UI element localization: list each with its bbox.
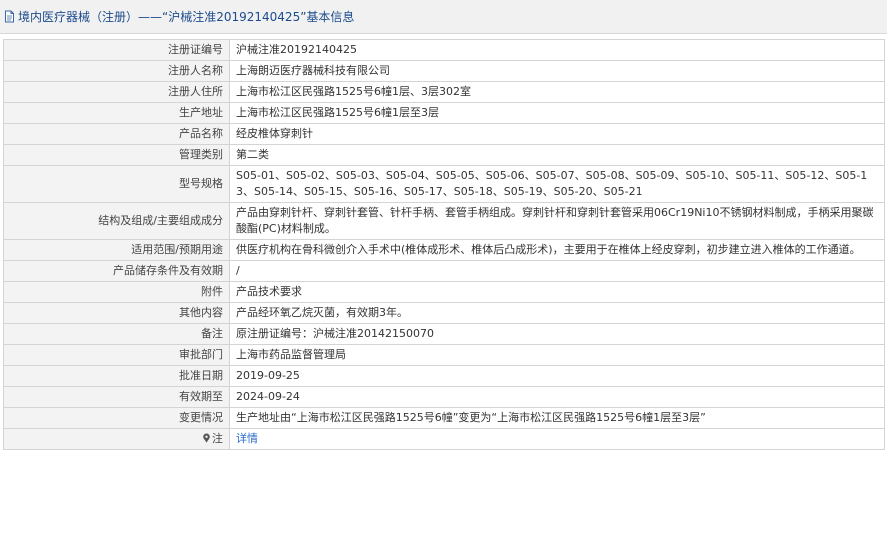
row-registration-number: 注册证编号 沪械注准20192140425 [3,39,885,61]
note-label: 注 [212,432,223,445]
label-note: 注 [3,428,230,450]
row-expiry-date: 有效期至 2024-09-24 [3,386,885,408]
row-approval-department: 审批部门 上海市药品监督管理局 [3,344,885,366]
value-other-content: 产品经环氧乙烷灭菌，有效期3年。 [229,302,885,324]
label-registrant-address: 注册人住所 [3,81,230,103]
info-table: 注册证编号 沪械注准20192140425 注册人名称 上海朗迈医疗器械科技有限… [3,39,885,450]
label-approval-department: 审批部门 [3,344,230,366]
label-approval-date: 批准日期 [3,365,230,387]
value-intended-use: 供医疗机构在骨科微创介入手术中(椎体成形术、椎体后凸成形术)，主要用于在椎体上经… [229,239,885,261]
label-change-history: 变更情况 [3,407,230,429]
label-remarks: 备注 [3,323,230,345]
row-approval-date: 批准日期 2019-09-25 [3,365,885,387]
row-product-name: 产品名称 经皮椎体穿刺针 [3,123,885,145]
value-registrant-name: 上海朗迈医疗器械科技有限公司 [229,60,885,82]
value-expiry-date: 2024-09-24 [229,386,885,408]
row-model-spec: 型号规格 S05-01、S05-02、S05-03、S05-04、S05-05、… [3,165,885,203]
row-other-content: 其他内容 产品经环氧乙烷灭菌，有效期3年。 [3,302,885,324]
label-registrant-name: 注册人名称 [3,60,230,82]
value-note: 详情 [229,428,885,450]
value-production-address: 上海市松江区民强路1525号6幢1层至3层 [229,102,885,124]
row-management-category: 管理类别 第二类 [3,144,885,166]
value-storage-validity: / [229,260,885,282]
label-model-spec: 型号规格 [3,165,230,203]
row-production-address: 生产地址 上海市松江区民强路1525号6幢1层至3层 [3,102,885,124]
label-registration-number: 注册证编号 [3,39,230,61]
row-change-history: 变更情况 生产地址由“上海市松江区民强路1525号6幢”变更为“上海市松江区民强… [3,407,885,429]
label-expiry-date: 有效期至 [3,386,230,408]
value-registrant-address: 上海市松江区民强路1525号6幢1层、3层302室 [229,81,885,103]
row-intended-use: 适用范围/预期用途 供医疗机构在骨科微创介入手术中(椎体成形术、椎体后凸成形术)… [3,239,885,261]
label-attachment: 附件 [3,281,230,303]
details-link[interactable]: 详情 [236,432,258,445]
page-title: 境内医疗器械（注册）——“沪械注准20192140425”基本信息 [18,10,355,24]
value-approval-department: 上海市药品监督管理局 [229,344,885,366]
row-storage-validity: 产品储存条件及有效期 / [3,260,885,282]
label-other-content: 其他内容 [3,302,230,324]
value-model-spec: S05-01、S05-02、S05-03、S05-04、S05-05、S05-0… [229,165,885,203]
label-intended-use: 适用范围/预期用途 [3,239,230,261]
label-management-category: 管理类别 [3,144,230,166]
value-registration-number: 沪械注准20192140425 [229,39,885,61]
label-product-name: 产品名称 [3,123,230,145]
title-bar: 境内医疗器械（注册）——“沪械注准20192140425”基本信息 [0,0,887,34]
row-attachment: 附件 产品技术要求 [3,281,885,303]
value-management-category: 第二类 [229,144,885,166]
row-note: 注 详情 [3,428,885,450]
value-structure-composition: 产品由穿刺针杆、穿刺针套管、针杆手柄、套管手柄组成。穿刺针杆和穿刺针套管采用06… [229,202,885,240]
page: 境内医疗器械（注册）——“沪械注准20192140425”基本信息 注册证编号 … [0,0,887,545]
value-product-name: 经皮椎体穿刺针 [229,123,885,145]
value-approval-date: 2019-09-25 [229,365,885,387]
row-remarks: 备注 原注册证编号：沪械注准20142150070 [3,323,885,345]
label-production-address: 生产地址 [3,102,230,124]
label-structure-composition: 结构及组成/主要组成成分 [3,202,230,240]
value-remarks: 原注册证编号：沪械注准20142150070 [229,323,885,345]
value-attachment: 产品技术要求 [229,281,885,303]
value-change-history: 生产地址由“上海市松江区民强路1525号6幢”变更为“上海市松江区民强路1525… [229,407,885,429]
map-pin-icon [202,433,211,443]
row-registrant-name: 注册人名称 上海朗迈医疗器械科技有限公司 [3,60,885,82]
label-storage-validity: 产品储存条件及有效期 [3,260,230,282]
document-icon [3,10,16,23]
row-structure-composition: 结构及组成/主要组成成分 产品由穿刺针杆、穿刺针套管、针杆手柄、套管手柄组成。穿… [3,202,885,240]
row-registrant-address: 注册人住所 上海市松江区民强路1525号6幢1层、3层302室 [3,81,885,103]
